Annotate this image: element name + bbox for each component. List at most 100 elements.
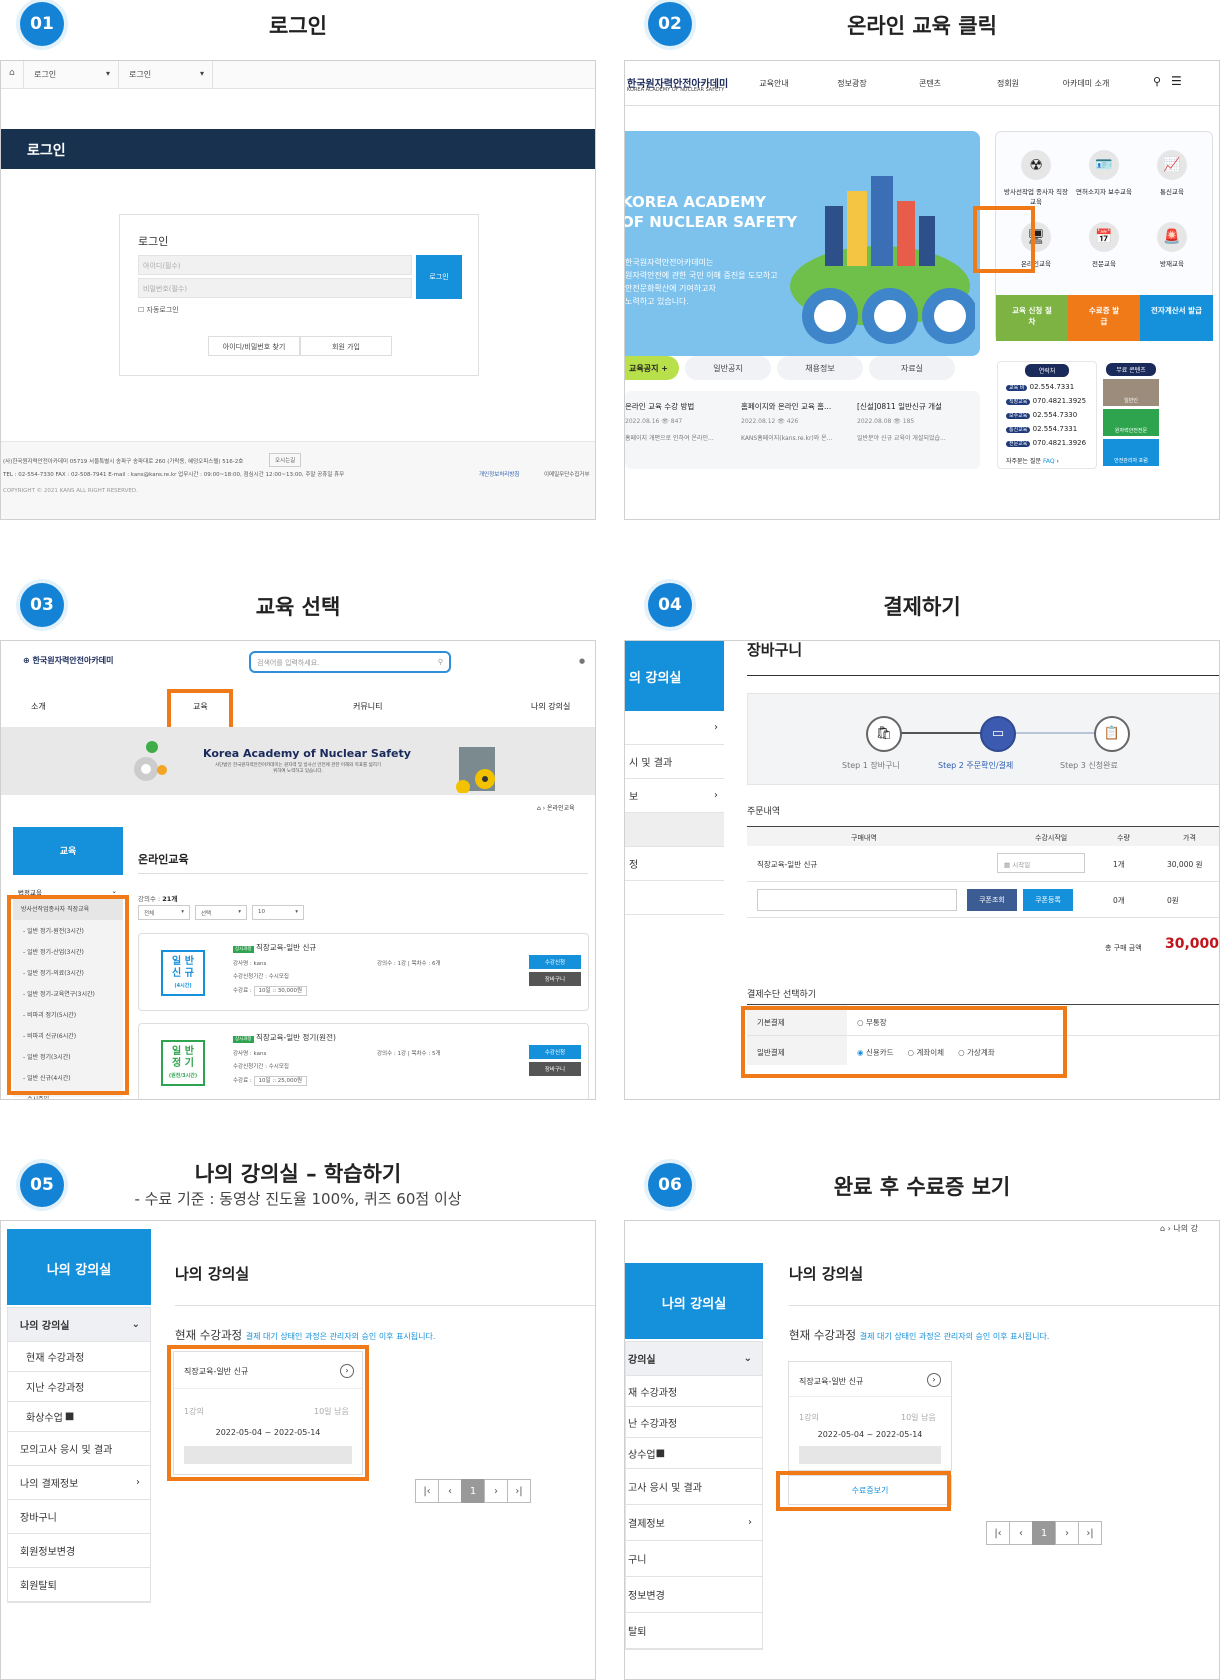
- course-card[interactable]: 직장교육-일반 신규 › 1강의 10일 남음 2022-05-04 ~ 202…: [788, 1361, 952, 1471]
- notice-item[interactable]: [신설]0811 일반신규 개설 2022.08.08 👁 185 일반분야 신규 …: [857, 401, 975, 442]
- next-page-button[interactable]: ›: [1055, 1521, 1079, 1545]
- sidebar-item-past[interactable]: 난 수강과정: [626, 1407, 762, 1438]
- coupon-input[interactable]: [757, 889, 957, 911]
- email-policy-link[interactable]: 이메일무단수집거부: [544, 470, 590, 478]
- notice-item[interactable]: 온라인 교육 수강 방법 2022.08.16 👁 847 홈페이지 개편으로 인하…: [625, 401, 737, 442]
- sidebar-item-profile[interactable]: 정보변경: [626, 1577, 762, 1613]
- sidebar-item-withdraw[interactable]: 탈퇴: [626, 1613, 762, 1649]
- last-page-button[interactable]: ›|: [507, 1479, 531, 1503]
- tab-archive[interactable]: 자료실: [869, 356, 955, 380]
- find-id-button[interactable]: 아이디/비밀번호 찾기: [208, 336, 300, 356]
- sidebar-item-current[interactable]: 현재 수강과정: [8, 1342, 150, 1372]
- nav-education[interactable]: 교육안내: [735, 78, 813, 89]
- course-name[interactable]: 상시과정 직장교육-일반 신규: [233, 942, 316, 953]
- search-input[interactable]: 검색어를 입력하세요. ⚲: [249, 651, 451, 673]
- auto-login-checkbox[interactable]: ☐ 자동로그인: [138, 305, 179, 315]
- chevron-right-icon[interactable]: ›: [927, 1373, 941, 1387]
- sidebar-item-payment[interactable]: 결제정보 ›: [626, 1505, 762, 1541]
- prev-page-button[interactable]: ‹: [1009, 1521, 1033, 1545]
- next-page-button[interactable]: ›: [484, 1479, 508, 1503]
- id-input[interactable]: 아이디(필수): [138, 255, 412, 275]
- sidebar-item[interactable]: 시 및 결과: [625, 745, 724, 779]
- sidebar-item-video-class[interactable]: 화상수업 ■: [8, 1402, 150, 1432]
- quick-apply-procedure[interactable]: 교육 신청 절차: [996, 295, 1068, 341]
- tab-general-notice[interactable]: 일반공지: [685, 356, 771, 380]
- menu-icon[interactable]: ☰: [1171, 74, 1182, 88]
- sidebar-item-video-class[interactable]: 상수업 ■: [626, 1438, 762, 1469]
- menu-about[interactable]: 소개: [31, 701, 46, 712]
- title-divider: [175, 1305, 595, 1306]
- highlight-online-education: [973, 206, 1035, 273]
- coupon-lookup-button[interactable]: 쿠폰조회: [967, 889, 1017, 911]
- course-thumb[interactable]: 일 반신 규 (4시간): [161, 950, 205, 996]
- quick-certificate[interactable]: 수료증 발급: [1068, 295, 1140, 341]
- apply-button[interactable]: 수강신청: [529, 1045, 581, 1059]
- first-page-button[interactable]: |‹: [986, 1521, 1010, 1545]
- quick-invoice[interactable]: 전자계산서 발급: [1140, 295, 1213, 341]
- sidebar-item-profile[interactable]: 회원정보변경: [8, 1534, 150, 1568]
- coupon-register-button[interactable]: 쿠폰등록: [1023, 889, 1073, 911]
- site-logo[interactable]: ⊕ 한국원자력안전아카데미: [23, 655, 113, 666]
- course-thumb[interactable]: 일 반정 기 (원전/3시간): [161, 1040, 205, 1086]
- nav-member[interactable]: 정회원: [969, 78, 1047, 89]
- filter-select[interactable]: 선택 ▾: [195, 905, 247, 920]
- sidebar-item[interactable]: ›: [625, 711, 724, 745]
- nav-contents[interactable]: 콘텐츠: [891, 78, 969, 89]
- free-general[interactable]: 일반인: [1103, 379, 1159, 406]
- menu-community[interactable]: 커뮤니티: [353, 701, 382, 712]
- sidebar-item-payment[interactable]: 나의 결제정보 ›: [8, 1466, 150, 1500]
- sidebar-item-cart[interactable]: 구니: [626, 1541, 762, 1577]
- tab-edu-notice[interactable]: 교육공지 +: [625, 356, 679, 380]
- sidebar-item-past[interactable]: 지난 수강과정: [8, 1372, 150, 1402]
- sidebar-item[interactable]: [625, 813, 724, 847]
- sidebar-item-mock-exam[interactable]: 모의고사 응시 및 결과: [8, 1432, 150, 1466]
- password-input[interactable]: 비밀번호(필수): [138, 278, 412, 298]
- sidebar-item-withdraw[interactable]: 회원탈퇴: [8, 1568, 150, 1602]
- sidebar-item[interactable]: 보 ›: [625, 779, 724, 813]
- sidebar-item-current[interactable]: 재 수강과정: [626, 1376, 762, 1407]
- prev-page-button[interactable]: ‹: [438, 1479, 462, 1503]
- menu-my-classroom[interactable]: 나의 강의실: [531, 701, 570, 712]
- tab-recruit[interactable]: 채용정보: [777, 356, 863, 380]
- search-icon[interactable]: ⚲: [1153, 75, 1161, 88]
- user-icon[interactable]: ●: [579, 657, 585, 665]
- sidebar-item-my-classroom[interactable]: 강의실 ⌄: [626, 1342, 762, 1376]
- login-button[interactable]: 로그인: [416, 255, 462, 299]
- nav-info[interactable]: 정보광장: [813, 78, 891, 89]
- sidebar-item-cart[interactable]: 장바구니: [8, 1500, 150, 1534]
- privacy-link[interactable]: 개인정보처리방침: [479, 470, 519, 478]
- page-1[interactable]: 1: [1032, 1521, 1056, 1545]
- cart-button[interactable]: 장바구니: [529, 972, 581, 986]
- home-icon[interactable]: ⌂: [9, 68, 15, 78]
- breadcrumb-select-1[interactable]: 로그인 ▾: [23, 61, 118, 89]
- cart-button[interactable]: 장바구니: [529, 1062, 581, 1076]
- filter-select[interactable]: 10 ▾: [252, 905, 304, 920]
- faq-link[interactable]: 자주묻는 질문 FAQ ›: [998, 453, 1096, 468]
- breadcrumb-select-2[interactable]: 로그인 ▾: [118, 61, 213, 89]
- course-name[interactable]: 상시과정 직장교육-일반 정기(원전): [233, 1032, 336, 1043]
- start-date-input[interactable]: ▦ 시작일: [997, 853, 1085, 873]
- sidebar-item-mock-exam[interactable]: 고사 응시 및 결과: [626, 1469, 762, 1505]
- first-page-button[interactable]: |‹: [415, 1479, 439, 1503]
- icon-professional-education[interactable]: 📅 전문교육: [1070, 222, 1138, 268]
- sidebar-item[interactable]: [625, 881, 724, 915]
- sidebar-item-my-classroom[interactable]: 나의 강의실 ⌄: [8, 1308, 150, 1342]
- icon-license-education[interactable]: 🪪 면허소지자 보수교육: [1070, 150, 1138, 196]
- join-button[interactable]: 회원 가입: [300, 336, 392, 356]
- last-page-button[interactable]: ›|: [1078, 1521, 1102, 1545]
- apply-button[interactable]: 수강신청: [529, 955, 581, 969]
- free-expert[interactable]: 원자력안전전문: [1103, 409, 1159, 436]
- page-1[interactable]: 1: [461, 1479, 485, 1503]
- nav-about[interactable]: 아카데미 소개: [1047, 78, 1125, 89]
- fee-select[interactable]: 10일 :: 30,000원: [253, 986, 308, 996]
- icon-correspondence-education[interactable]: 📈 통신교육: [1138, 150, 1206, 196]
- filter-select[interactable]: 전체 ▾: [138, 905, 190, 920]
- sidebar-item[interactable]: 정: [625, 847, 724, 881]
- fee-select[interactable]: 10일 :: 25,000원: [253, 1076, 308, 1086]
- icon-worker-education[interactable]: ☢ 방사선작업 종사자 직장교육: [1002, 150, 1070, 206]
- directions-button[interactable]: 오시는길: [269, 453, 302, 467]
- notice-item[interactable]: 홈페이지와 온라인 교육 홈... 2022.08.12 👁 426 KANS홈페이…: [741, 401, 853, 442]
- nuclear-plant-icon: [456, 747, 495, 793]
- icon-disaster-education[interactable]: 🚨 방재교육: [1138, 222, 1206, 268]
- free-forum[interactable]: 안전관리자 포럼: [1103, 439, 1159, 466]
